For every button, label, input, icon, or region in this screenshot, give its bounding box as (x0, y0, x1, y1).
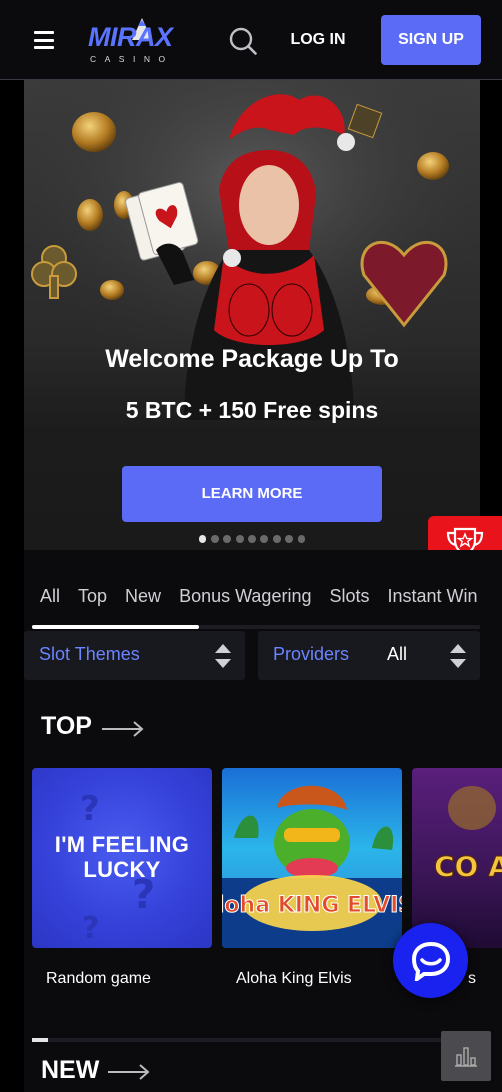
promo-subtitle: 5 BTC + 150 Free spins (125, 397, 379, 423)
tab-slots[interactable]: Slots (329, 586, 369, 607)
logo-subtext: CASINO (90, 54, 174, 64)
slot-themes-label: Slot Themes (39, 644, 140, 664)
arrow-right-icon[interactable] (108, 1064, 150, 1080)
carousel-scroll-thumb[interactable] (32, 1038, 48, 1042)
promo-title: Welcome Package Up To (105, 345, 399, 373)
carousel-dot[interactable] (285, 535, 294, 543)
svg-text:?: ? (82, 911, 99, 946)
signup-button[interactable]: SIGN UP (381, 15, 481, 65)
bar-chart-icon (455, 1047, 477, 1067)
sort-arrows-icon (215, 644, 231, 668)
carousel-dot[interactable] (198, 535, 207, 543)
providers-value: All (387, 644, 408, 664)
carousel-dot[interactable] (210, 535, 219, 543)
page-gutter (0, 80, 24, 1092)
partial-game-artwork: CO AL H (434, 786, 502, 884)
tab-bonus-wagering[interactable]: Bonus Wagering (179, 586, 311, 607)
carousel-dot[interactable] (248, 535, 256, 543)
thumbnail-text: CO AL H (434, 850, 502, 883)
carousel-dot[interactable] (272, 535, 281, 543)
providers-label: Providers (273, 644, 350, 664)
tab-instant-win[interactable]: Instant Win (388, 586, 478, 607)
search-icon[interactable] (229, 27, 257, 55)
promo-banner[interactable]: Welcome Package Up To 5 BTC + 150 Free s… (24, 80, 480, 550)
category-tabs: All Top New Bonus Wagering Slots Instant… (40, 586, 478, 607)
top-section-title[interactable]: TOP (41, 712, 92, 741)
tab-all[interactable]: All (40, 586, 60, 607)
carousel-dot[interactable] (235, 535, 244, 543)
game-name: Random game (46, 970, 151, 987)
new-section-title[interactable]: NEW (41, 1056, 99, 1085)
thumbnail-text: Aloha KING ELVIS! (222, 893, 402, 918)
site-logo[interactable]: MIRAX CASINO (88, 16, 188, 64)
tab-top[interactable]: Top (78, 586, 107, 607)
active-tab-indicator (32, 625, 199, 629)
game-card-random[interactable]: ? ? ? I'M FEELING LUCKY Random game (32, 768, 212, 988)
carousel-scroll-track (32, 1038, 480, 1042)
learn-more-button[interactable]: LEARN MORE (122, 466, 382, 522)
slot-themes-select[interactable]: Slot Themes (24, 631, 245, 680)
game-name: s (468, 970, 476, 987)
aloha-king-elvis-artwork: Aloha KING ELVIS! (222, 785, 402, 948)
game-thumbnail[interactable]: CO AL H (412, 768, 502, 948)
chat-icon (411, 941, 451, 981)
game-card-aloha-king-elvis[interactable]: Aloha KING ELVIS! Aloha King Elvis (222, 768, 402, 988)
live-chat-button[interactable] (393, 923, 468, 998)
carousel-dot[interactable] (223, 535, 232, 543)
sort-arrows-icon (450, 644, 466, 668)
arrow-right-icon[interactable] (102, 721, 144, 737)
providers-select[interactable]: Providers All (258, 631, 480, 680)
carousel-dot[interactable] (297, 535, 306, 543)
logo-text: MIRAX (88, 22, 173, 52)
game-lobby: All Top New Bonus Wagering Slots Instant… (24, 550, 502, 1092)
stats-button[interactable] (441, 1031, 491, 1081)
top-header: MIRAX CASINO LOG IN SIGN UP (0, 0, 502, 80)
carousel-dots (24, 535, 480, 543)
login-button[interactable]: LOG IN (284, 22, 352, 58)
game-name: Aloha King Elvis (236, 970, 352, 987)
hamburger-menu-icon[interactable] (34, 30, 54, 50)
game-thumbnail[interactable]: ? ? ? I'M FEELING LUCKY (32, 768, 212, 948)
svg-text:?: ? (80, 789, 100, 829)
tab-new[interactable]: New (125, 586, 161, 607)
carousel-dot[interactable] (260, 535, 269, 543)
game-thumbnail[interactable]: Aloha KING ELVIS! (222, 768, 402, 948)
thumbnail-text: I'M FEELING LUCKY (54, 832, 190, 882)
